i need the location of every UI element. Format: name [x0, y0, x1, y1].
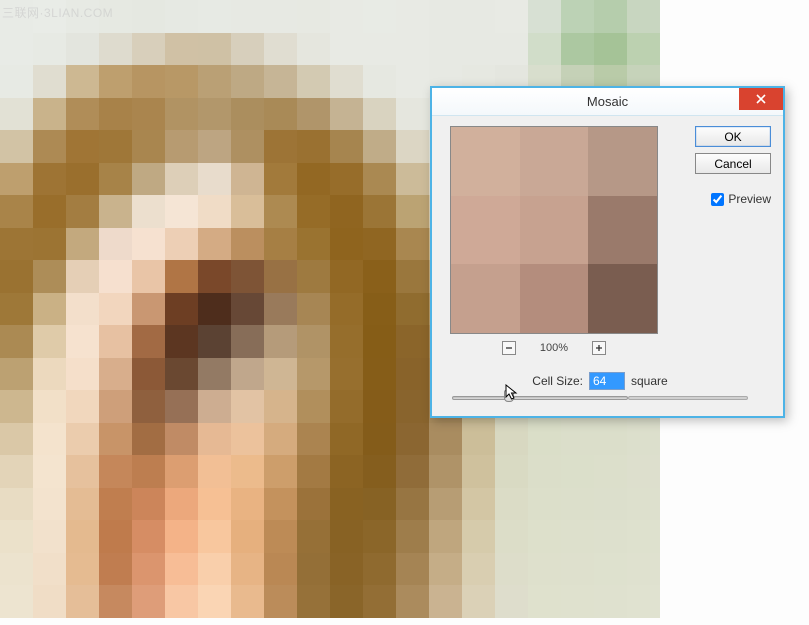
cell-size-slider-track-right[interactable]	[628, 396, 748, 400]
zoom-in-button[interactable]	[592, 341, 606, 355]
cell-size-label: Cell Size:	[532, 374, 583, 388]
zoom-level: 100%	[540, 342, 568, 354]
dialog-buttons: OK Cancel	[695, 126, 771, 174]
cell-size-input[interactable]	[589, 372, 625, 390]
minus-icon	[505, 344, 513, 352]
preview-checkbox-label: Preview	[728, 192, 771, 206]
zoom-out-button[interactable]	[502, 341, 516, 355]
cell-size-slider-thumb[interactable]	[504, 390, 514, 402]
filter-preview[interactable]	[450, 126, 658, 334]
preview-checkbox[interactable]	[711, 193, 724, 206]
close-icon	[756, 94, 766, 104]
dialog-body: 100% Cell Size: square OK Cancel Preview	[432, 116, 783, 416]
cell-size-slider-track[interactable]	[452, 396, 628, 400]
preview-checkbox-row[interactable]: Preview	[711, 192, 771, 206]
dialog-title: Mosaic	[587, 94, 628, 109]
ok-button[interactable]: OK	[695, 126, 771, 147]
cancel-button[interactable]: Cancel	[695, 153, 771, 174]
zoom-controls: 100%	[450, 341, 658, 355]
watermark-text: 三联网·3LIAN.COM	[2, 4, 113, 21]
cell-size-unit: square	[631, 374, 668, 388]
plus-icon	[595, 344, 603, 352]
mosaic-dialog: Mosaic 100% Cell Size: square OK	[430, 86, 785, 418]
cell-size-row: Cell Size: square	[450, 372, 750, 390]
dialog-titlebar[interactable]: Mosaic	[432, 88, 783, 116]
close-button[interactable]	[739, 88, 783, 110]
